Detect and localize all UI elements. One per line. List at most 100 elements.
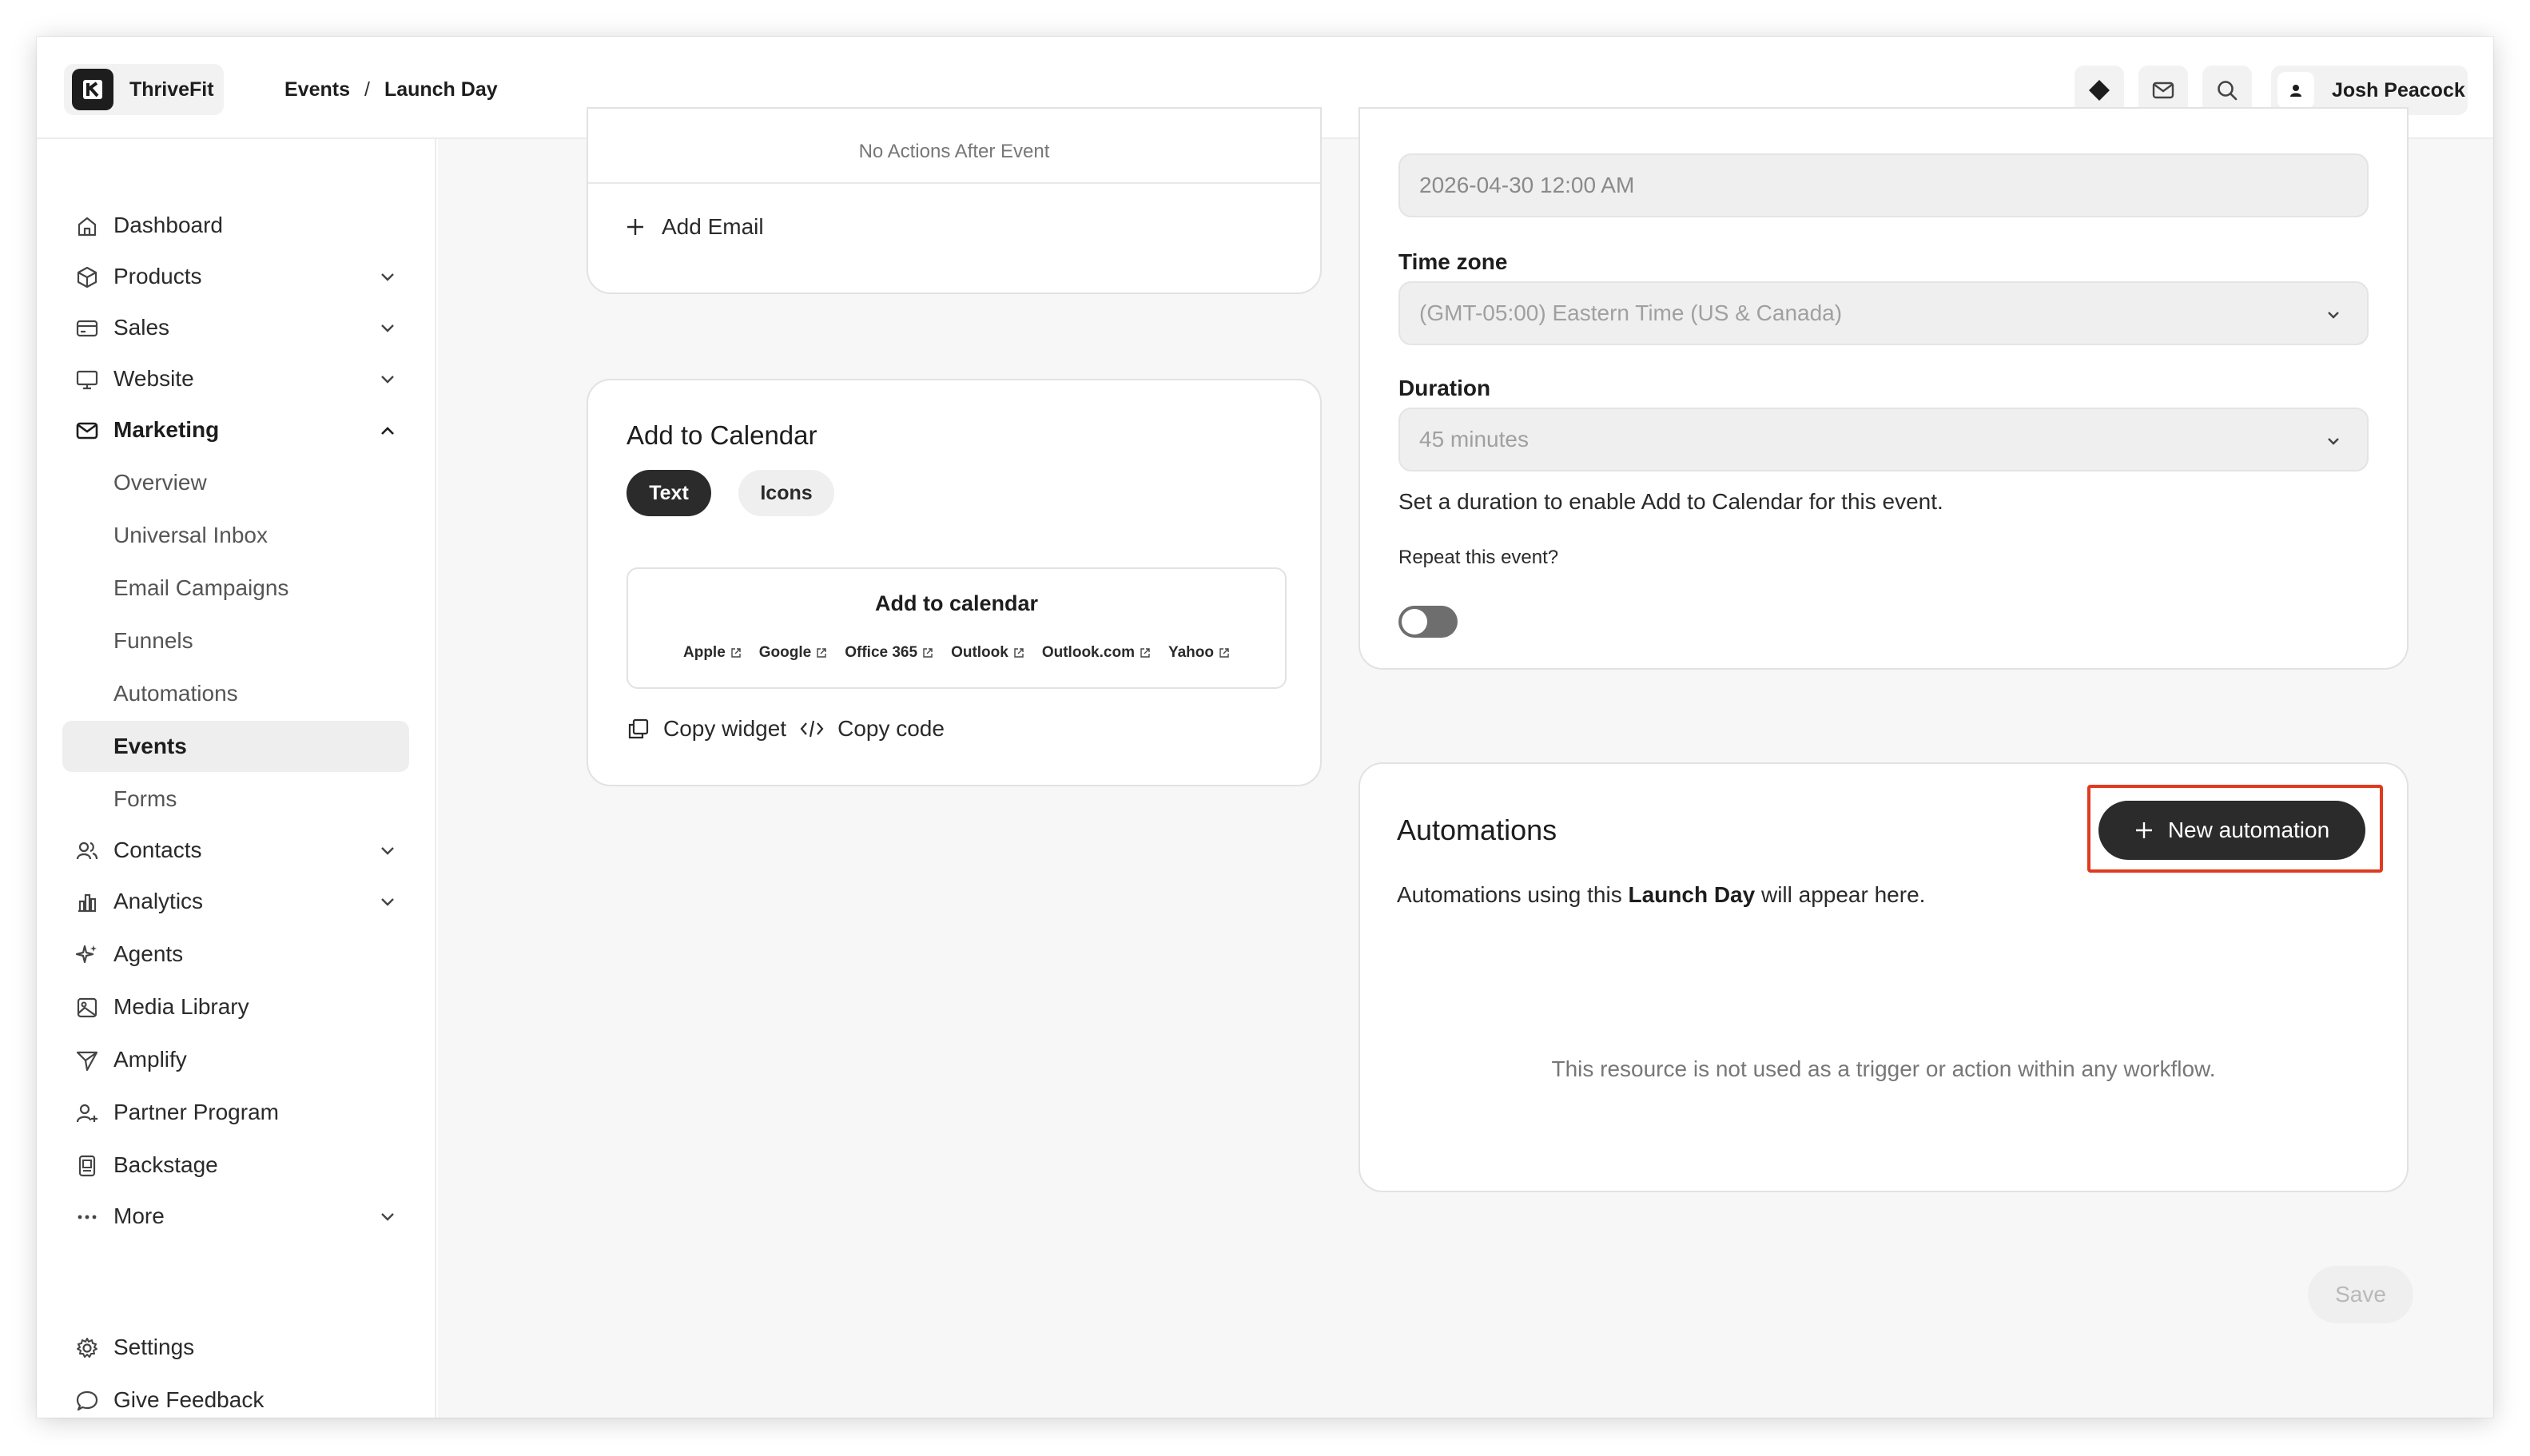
sparkle-icon xyxy=(75,945,97,964)
bar-chart-icon xyxy=(78,893,97,913)
timezone-select[interactable]: (GMT-05:00) Eastern Time (US & Canada) xyxy=(1398,281,2369,345)
sidebar-item-label: Contacts xyxy=(113,837,202,862)
calendar-link-outlook-com[interactable]: Outlook.com xyxy=(1042,644,1151,662)
sidebar-subitem-label: Forms xyxy=(113,786,177,811)
monitor-icon xyxy=(76,370,98,390)
sidebar-subitem-email-campaigns[interactable]: Email Campaigns xyxy=(62,563,409,614)
add-email-button[interactable]: Add Email xyxy=(625,214,764,240)
sidebar-item-label: Sales xyxy=(113,315,170,340)
toggle-knob xyxy=(1402,609,1427,635)
sidebar-item-analytics[interactable]: Analytics xyxy=(62,876,409,927)
sidebar-subitem-label: Events xyxy=(113,734,187,758)
plus-icon xyxy=(627,219,643,235)
sidebar-item-settings[interactable]: Settings xyxy=(62,1322,409,1373)
repeat-event-label: Repeat this event? xyxy=(1398,547,1559,568)
automations-description: Automations using this Launch Day will a… xyxy=(1397,882,1925,908)
desc-prefix: Automations using this xyxy=(1397,882,1629,907)
chevron-down-icon xyxy=(381,847,394,855)
calendar-link-google[interactable]: Google xyxy=(759,644,827,662)
chevron-down-icon xyxy=(2328,438,2339,445)
sidebar-item-sales[interactable]: Sales xyxy=(62,302,409,353)
chevron-down-icon xyxy=(381,273,394,281)
sidebar-subitem-label: Email Campaigns xyxy=(113,575,289,600)
sidebar-item-label: Partner Program xyxy=(113,1100,279,1124)
desc-resource-name: Launch Day xyxy=(1628,882,1756,907)
calendar-link-apple[interactable]: Apple xyxy=(683,644,742,662)
sidebar-subitem-funnels[interactable]: Funnels xyxy=(62,615,409,666)
chevron-down-icon xyxy=(381,898,394,906)
sidebar-item-label: Website xyxy=(113,366,194,391)
sidebar-item-dashboard[interactable]: Dashboard xyxy=(62,200,409,251)
sidebar-subitem-label: Automations xyxy=(113,681,238,706)
sidebar-subitem-automations[interactable]: Automations xyxy=(62,668,409,719)
duration-help-text: Set a duration to enable Add to Calendar… xyxy=(1398,489,1943,514)
sidebar-item-marketing[interactable]: Marketing xyxy=(62,404,409,455)
breadcrumb: Events / Launch Day xyxy=(284,74,498,105)
box-icon xyxy=(77,266,97,288)
tab-icons[interactable]: Icons xyxy=(738,470,834,516)
chevron-down-icon xyxy=(381,324,394,332)
sidebar-item-more[interactable]: More xyxy=(62,1191,409,1242)
link-label: Office 365 xyxy=(845,644,918,661)
copy-code-button[interactable]: Copy code xyxy=(799,716,945,742)
sidebar-item-website[interactable]: Website xyxy=(62,353,409,404)
sidebar-subitem-universal-inbox[interactable]: Universal Inbox xyxy=(62,510,409,561)
send-icon xyxy=(76,1051,98,1072)
start-datetime-field[interactable]: 2026-04-30 12:00 AM xyxy=(1398,153,2369,217)
sidebar-subitem-overview[interactable]: Overview xyxy=(62,457,409,508)
brand-switcher[interactable]: ThriveFit xyxy=(64,64,224,115)
new-automation-label: New automation xyxy=(2167,818,2330,842)
calendar-link-yahoo[interactable]: Yahoo xyxy=(1168,644,1230,662)
sidebar-item-give-feedback[interactable]: Give Feedback xyxy=(62,1374,409,1418)
repeat-event-toggle[interactable] xyxy=(1398,606,1458,638)
divider xyxy=(588,182,1320,184)
card-title: Automations xyxy=(1397,814,1557,846)
sidebar: Dashboard Products Sales Website Marketi… xyxy=(37,139,436,1418)
users-icon xyxy=(76,841,98,860)
sidebar-item-label: Give Feedback xyxy=(113,1387,265,1412)
email-actions-card: No Actions After Event Add Email xyxy=(587,107,1322,294)
copy-actions: Copy widget Copy code xyxy=(627,716,945,742)
save-button[interactable]: Save xyxy=(2308,1266,2413,1323)
sidebar-subitem-forms[interactable]: Forms xyxy=(62,774,409,825)
duration-select[interactable]: 45 minutes xyxy=(1398,408,2369,471)
sidebar-item-contacts[interactable]: Contacts xyxy=(62,825,409,876)
new-automation-button[interactable]: New automation xyxy=(2098,801,2365,860)
home-icon xyxy=(78,217,97,237)
copy-widget-label: Copy widget xyxy=(663,716,787,741)
copy-widget-button[interactable]: Copy widget xyxy=(627,716,786,742)
sidebar-subitem-label: Overview xyxy=(113,470,207,495)
external-link-icon xyxy=(923,648,933,658)
calendar-link-outlook[interactable]: Outlook xyxy=(951,644,1024,662)
sidebar-item-label: Analytics xyxy=(113,889,204,913)
calendar-links: Apple Google Office 365 Outlook Outlook.… xyxy=(628,644,1285,662)
user-plus-icon xyxy=(76,1104,97,1123)
no-actions-text: No Actions After Event xyxy=(858,141,1050,162)
copy-icon xyxy=(628,718,649,739)
sidebar-item-backstage[interactable]: Backstage xyxy=(62,1140,409,1191)
sidebar-item-media-library[interactable]: Media Library xyxy=(62,981,409,1032)
sidebar-subitem-events[interactable]: Events xyxy=(62,721,409,772)
sidebar-item-label: Backstage xyxy=(113,1152,218,1177)
code-icon xyxy=(800,720,824,738)
breadcrumb-parent[interactable]: Events xyxy=(284,78,350,101)
external-link-icon xyxy=(1140,648,1150,658)
sidebar-item-label: Settings xyxy=(113,1335,195,1359)
diamond-icon xyxy=(2089,80,2110,101)
sidebar-item-agents[interactable]: Agents xyxy=(62,929,409,980)
sidebar-item-partner-program[interactable]: Partner Program xyxy=(62,1087,409,1138)
calendar-link-office-365[interactable]: Office 365 xyxy=(845,644,933,662)
chevron-up-icon xyxy=(381,427,394,435)
link-label: Yahoo xyxy=(1168,644,1214,661)
main-content: No Actions After Event Add Email Add to … xyxy=(438,107,2493,1418)
link-label: Apple xyxy=(683,644,726,661)
sidebar-item-products[interactable]: Products xyxy=(62,251,409,302)
copy-code-label: Copy code xyxy=(837,716,945,741)
preview-title: Add to calendar xyxy=(874,591,1039,615)
external-link-icon xyxy=(1014,648,1024,658)
sidebar-subitem-label: Funnels xyxy=(113,628,193,653)
sidebar-item-amplify[interactable]: Amplify xyxy=(62,1034,409,1085)
mail-icon xyxy=(76,422,98,440)
tab-text[interactable]: Text xyxy=(627,470,711,516)
link-label: Outlook xyxy=(951,644,1008,661)
